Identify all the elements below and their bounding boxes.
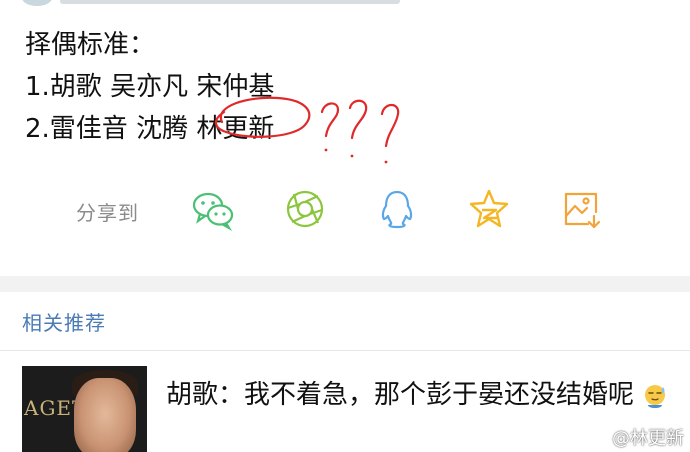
weibo-watermark: @林更新 (586, 424, 684, 450)
sweat-emoji-icon (645, 384, 666, 408)
save-image-icon[interactable] (558, 186, 604, 232)
moments-icon[interactable] (282, 186, 328, 232)
thumbnail-face (74, 378, 136, 452)
share-label: 分享到 (76, 201, 139, 225)
weibo-post-page: 择偶标准： 1.胡歌 吴亦凡 宋仲基 2.雷佳音 沈腾 林更新 分享到 相关推荐… (0, 0, 690, 452)
red-question-marks-annotation (320, 99, 400, 164)
section-separator (0, 276, 690, 292)
recommend-header[interactable]: 相关推荐 (22, 307, 106, 336)
recommend-thumbnail[interactable]: AGET (22, 366, 147, 452)
cut-off-text (60, 0, 400, 4)
share-row: 分享到 (0, 180, 690, 240)
qq-icon[interactable] (374, 186, 420, 232)
post-line-1: 择偶标准： (25, 30, 156, 60)
cut-off-avatar (22, 0, 52, 6)
weibo-logo-icon (586, 430, 608, 446)
recommend-item-title[interactable]: 胡歌：我不着急，那个彭于晏还没结婚呢 (166, 376, 676, 414)
post-line-3-prefix: 2.雷佳音 沈腾 (25, 114, 197, 144)
watermark-text: @林更新 (612, 428, 684, 449)
divider (0, 350, 690, 351)
cut-off-header (0, 0, 690, 12)
red-circle-annotation (214, 96, 311, 138)
recommend-item-title-text: 胡歌：我不着急，那个彭于晏还没结婚呢 (166, 380, 635, 410)
qzone-star-icon[interactable] (466, 186, 512, 232)
wechat-icon[interactable] (190, 186, 236, 232)
